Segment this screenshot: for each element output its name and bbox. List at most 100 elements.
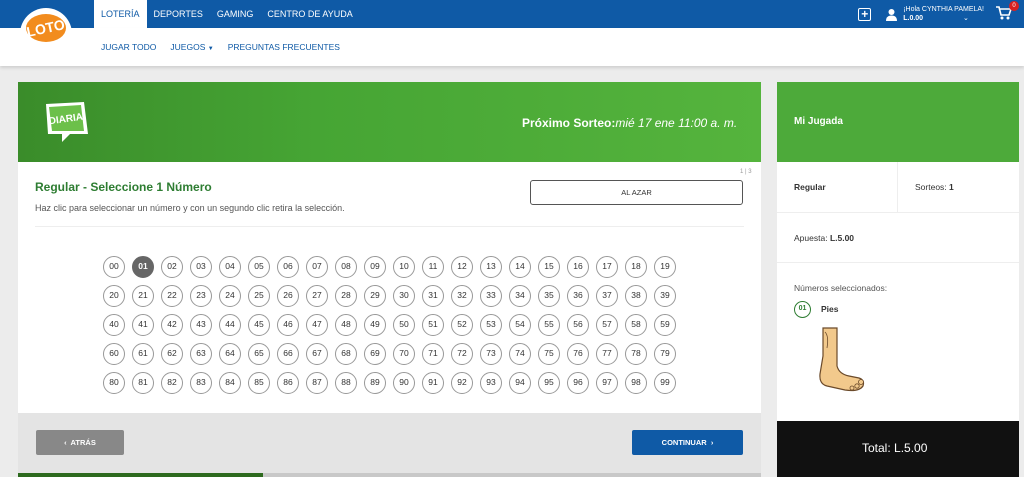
- number-ball-02[interactable]: 02: [161, 256, 183, 278]
- number-ball-46[interactable]: 46: [277, 314, 299, 336]
- number-ball-09[interactable]: 09: [364, 256, 386, 278]
- number-ball-12[interactable]: 12: [451, 256, 473, 278]
- nav-gaming[interactable]: GAMING: [210, 0, 261, 28]
- number-ball-95[interactable]: 95: [538, 372, 560, 394]
- number-ball-00[interactable]: 00: [103, 256, 125, 278]
- number-ball-38[interactable]: 38: [625, 285, 647, 307]
- number-ball-47[interactable]: 47: [306, 314, 328, 336]
- number-ball-23[interactable]: 23: [190, 285, 212, 307]
- number-ball-93[interactable]: 93: [480, 372, 502, 394]
- number-ball-85[interactable]: 85: [248, 372, 270, 394]
- number-ball-79[interactable]: 79: [654, 343, 676, 365]
- number-ball-66[interactable]: 66: [277, 343, 299, 365]
- number-ball-75[interactable]: 75: [538, 343, 560, 365]
- number-ball-08[interactable]: 08: [335, 256, 357, 278]
- number-ball-42[interactable]: 42: [161, 314, 183, 336]
- random-button[interactable]: AL AZAR: [530, 180, 743, 205]
- number-ball-55[interactable]: 55: [538, 314, 560, 336]
- cart-button[interactable]: 0: [996, 1, 1019, 22]
- number-ball-31[interactable]: 31: [422, 285, 444, 307]
- number-ball-40[interactable]: 40: [103, 314, 125, 336]
- number-ball-69[interactable]: 69: [364, 343, 386, 365]
- number-ball-18[interactable]: 18: [625, 256, 647, 278]
- number-ball-68[interactable]: 68: [335, 343, 357, 365]
- number-ball-67[interactable]: 67: [306, 343, 328, 365]
- number-ball-45[interactable]: 45: [248, 314, 270, 336]
- number-ball-77[interactable]: 77: [596, 343, 618, 365]
- number-ball-61[interactable]: 61: [132, 343, 154, 365]
- number-ball-44[interactable]: 44: [219, 314, 241, 336]
- number-ball-71[interactable]: 71: [422, 343, 444, 365]
- number-ball-64[interactable]: 64: [219, 343, 241, 365]
- number-ball-30[interactable]: 30: [393, 285, 415, 307]
- number-ball-03[interactable]: 03: [190, 256, 212, 278]
- number-ball-84[interactable]: 84: [219, 372, 241, 394]
- number-ball-37[interactable]: 37: [596, 285, 618, 307]
- number-ball-54[interactable]: 54: [509, 314, 531, 336]
- number-ball-58[interactable]: 58: [625, 314, 647, 336]
- number-ball-43[interactable]: 43: [190, 314, 212, 336]
- number-ball-20[interactable]: 20: [103, 285, 125, 307]
- number-ball-72[interactable]: 72: [451, 343, 473, 365]
- number-ball-74[interactable]: 74: [509, 343, 531, 365]
- continue-button[interactable]: CONTINUAR ›: [632, 430, 743, 455]
- number-ball-88[interactable]: 88: [335, 372, 357, 394]
- number-ball-50[interactable]: 50: [393, 314, 415, 336]
- number-ball-13[interactable]: 13: [480, 256, 502, 278]
- number-ball-04[interactable]: 04: [219, 256, 241, 278]
- number-ball-83[interactable]: 83: [190, 372, 212, 394]
- nav-juegos-dropdown[interactable]: JUEGOS ▼: [163, 42, 220, 52]
- number-ball-10[interactable]: 10: [393, 256, 415, 278]
- add-funds-icon[interactable]: +: [858, 7, 872, 21]
- number-ball-29[interactable]: 29: [364, 285, 386, 307]
- number-ball-70[interactable]: 70: [393, 343, 415, 365]
- nav-deportes[interactable]: DEPORTES: [147, 0, 210, 28]
- number-ball-80[interactable]: 80: [103, 372, 125, 394]
- number-ball-98[interactable]: 98: [625, 372, 647, 394]
- number-ball-06[interactable]: 06: [277, 256, 299, 278]
- loto-logo[interactable]: LOTO: [18, 6, 74, 62]
- user-menu[interactable]: ¡Hola CYNTHIA PAMELA! L.0.00 ⌄: [885, 5, 984, 23]
- number-ball-73[interactable]: 73: [480, 343, 502, 365]
- number-ball-49[interactable]: 49: [364, 314, 386, 336]
- number-ball-62[interactable]: 62: [161, 343, 183, 365]
- number-ball-99[interactable]: 99: [654, 372, 676, 394]
- number-ball-39[interactable]: 39: [654, 285, 676, 307]
- number-ball-51[interactable]: 51: [422, 314, 444, 336]
- nav-centro-de-ayuda[interactable]: CENTRO DE AYUDA: [260, 0, 359, 28]
- number-ball-16[interactable]: 16: [567, 256, 589, 278]
- number-ball-35[interactable]: 35: [538, 285, 560, 307]
- number-ball-25[interactable]: 25: [248, 285, 270, 307]
- number-ball-56[interactable]: 56: [567, 314, 589, 336]
- number-ball-96[interactable]: 96: [567, 372, 589, 394]
- number-ball-87[interactable]: 87: [306, 372, 328, 394]
- number-ball-92[interactable]: 92: [451, 372, 473, 394]
- number-ball-05[interactable]: 05: [248, 256, 270, 278]
- number-ball-34[interactable]: 34: [509, 285, 531, 307]
- number-ball-57[interactable]: 57: [596, 314, 618, 336]
- number-ball-15[interactable]: 15: [538, 256, 560, 278]
- number-ball-97[interactable]: 97: [596, 372, 618, 394]
- number-ball-24[interactable]: 24: [219, 285, 241, 307]
- number-ball-26[interactable]: 26: [277, 285, 299, 307]
- number-ball-14[interactable]: 14: [509, 256, 531, 278]
- nav-preguntas-frecuentes[interactable]: PREGUNTAS FRECUENTES: [221, 42, 347, 52]
- number-ball-63[interactable]: 63: [190, 343, 212, 365]
- number-ball-17[interactable]: 17: [596, 256, 618, 278]
- number-ball-52[interactable]: 52: [451, 314, 473, 336]
- number-ball-59[interactable]: 59: [654, 314, 676, 336]
- number-ball-89[interactable]: 89: [364, 372, 386, 394]
- number-ball-91[interactable]: 91: [422, 372, 444, 394]
- number-ball-82[interactable]: 82: [161, 372, 183, 394]
- number-ball-07[interactable]: 07: [306, 256, 328, 278]
- back-button[interactable]: ‹ ATRÁS: [36, 430, 124, 455]
- nav-jugar-todo[interactable]: JUGAR TODO: [94, 42, 163, 52]
- number-ball-60[interactable]: 60: [103, 343, 125, 365]
- number-ball-90[interactable]: 90: [393, 372, 415, 394]
- number-ball-27[interactable]: 27: [306, 285, 328, 307]
- number-ball-21[interactable]: 21: [132, 285, 154, 307]
- number-ball-41[interactable]: 41: [132, 314, 154, 336]
- number-ball-78[interactable]: 78: [625, 343, 647, 365]
- number-ball-22[interactable]: 22: [161, 285, 183, 307]
- number-ball-48[interactable]: 48: [335, 314, 357, 336]
